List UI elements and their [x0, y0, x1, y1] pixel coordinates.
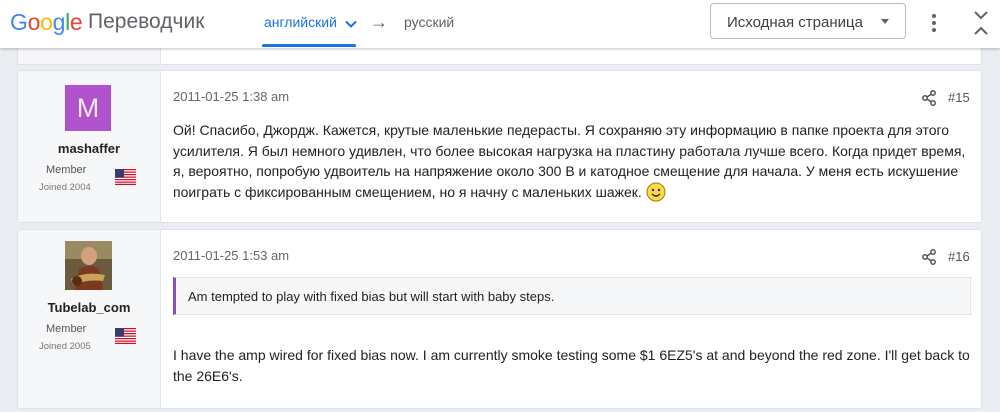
google-logo[interactable]: Google: [10, 9, 83, 36]
original-page-dropdown[interactable]: Исходная страница: [710, 3, 906, 39]
caret-down-icon: [881, 19, 889, 24]
us-flag-icon: [115, 328, 136, 344]
post-date[interactable]: 2011-01-25 1:38 am: [173, 89, 289, 104]
user-role: Member: [46, 164, 87, 176]
user-role: Member: [46, 323, 87, 335]
post-number[interactable]: #16: [948, 249, 970, 264]
avatar[interactable]: [65, 241, 112, 290]
forum-post: M mashaffer Member Joined 2004 2011-01-2…: [17, 70, 982, 223]
chevron-down-icon: [345, 15, 357, 31]
translate-bar: Google Переводчик английский → русский И…: [0, 0, 1000, 48]
post-text: Ой! Спасибо, Джордж. Кажется, крутые мал…: [173, 122, 966, 200]
source-language-tab[interactable]: английский: [264, 14, 357, 31]
join-date: Joined 2004: [39, 182, 91, 193]
share-icon[interactable]: [921, 249, 937, 265]
post-body: Ой! Спасибо, Джордж. Кажется, крутые мал…: [173, 120, 973, 207]
active-tab-indicator: [262, 44, 356, 47]
share-icon[interactable]: [921, 90, 937, 106]
source-language-label: английский: [264, 14, 337, 30]
join-date: Joined 2005: [39, 341, 91, 352]
quote-text: Am tempted to play with fixed bias but w…: [188, 289, 555, 304]
forum-post: Tubelab_com Member Joined 2005 2011-01-2…: [17, 229, 982, 409]
original-page-label: Исходная страница: [727, 14, 863, 31]
username[interactable]: Tubelab_com: [18, 300, 160, 315]
target-language-tab[interactable]: русский: [404, 14, 454, 30]
collapse-icon[interactable]: [970, 8, 992, 38]
smiley-icon: [646, 182, 666, 208]
us-flag-icon: [115, 169, 136, 185]
post-body: I have the amp wired for fixed bias now.…: [173, 347, 970, 384]
username[interactable]: mashaffer: [18, 141, 160, 156]
post-author-panel: M mashaffer Member Joined 2004: [18, 71, 161, 222]
guitarist-photo-icon: [65, 241, 112, 290]
post-date[interactable]: 2011-01-25 1:53 am: [173, 248, 289, 263]
previous-post-fragment: [17, 46, 982, 65]
avatar[interactable]: M: [65, 85, 111, 131]
post-number[interactable]: #15: [948, 90, 970, 105]
more-vert-icon[interactable]: [924, 12, 944, 34]
product-name: Переводчик: [88, 10, 205, 33]
quote-block: Am tempted to play with fixed bias but w…: [173, 277, 971, 315]
post-author-panel: Tubelab_com Member Joined 2005: [18, 230, 161, 408]
arrow-right-icon: →: [370, 12, 388, 32]
